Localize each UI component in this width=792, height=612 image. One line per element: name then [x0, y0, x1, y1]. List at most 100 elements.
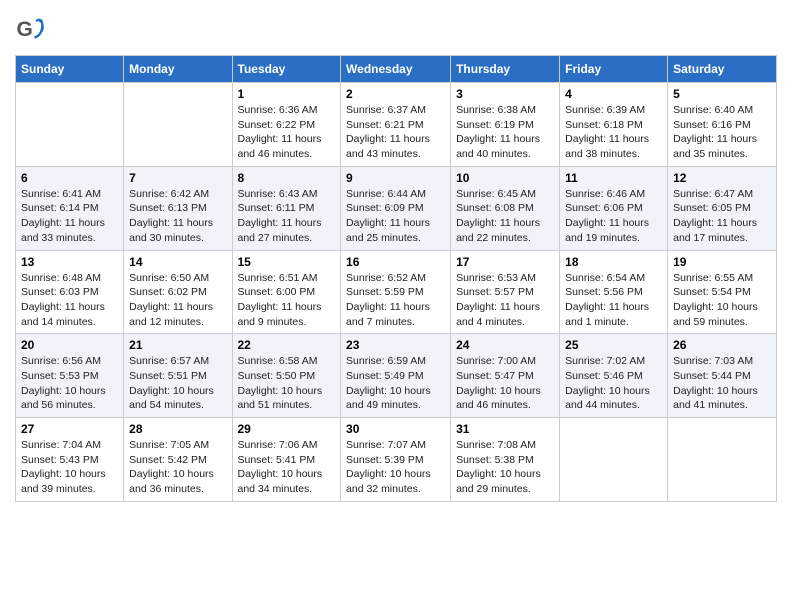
calendar-cell: 3 Sunrise: 6:38 AMSunset: 6:19 PMDaylight… — [451, 83, 560, 167]
cell-info: Sunrise: 6:54 AMSunset: 5:56 PMDaylight:… — [565, 272, 649, 328]
calendar-cell: 31Sunrise: 7:08 AMSunset: 5:38 PMDayligh… — [451, 418, 560, 502]
day-number: 12 — [673, 171, 771, 185]
weekday-header: Sunday — [16, 56, 124, 83]
cell-info: Sunrise: 6:51 AMSunset: 6:00 PMDaylight:… — [238, 272, 322, 328]
calendar-cell — [668, 418, 777, 502]
cell-info: Sunrise: 6:50 AMSunset: 6:02 PMDaylight:… — [129, 272, 213, 328]
weekday-header: Wednesday — [341, 56, 451, 83]
cell-info: Sunrise: 6:56 AMSunset: 5:53 PMDaylight:… — [21, 355, 106, 411]
calendar-cell: 24 Sunrise: 7:00 AMSunset: 5:47 PMDayligh… — [451, 334, 560, 418]
day-number: 30 — [346, 422, 445, 436]
cell-info: Sunrise: 6:53 AMSunset: 5:57 PMDaylight:… — [456, 272, 540, 328]
calendar-week-row: 13 Sunrise: 6:48 AMSunset: 6:03 PMDayligh… — [16, 250, 777, 334]
calendar-cell: 7 Sunrise: 6:42 AMSunset: 6:13 PMDaylight… — [124, 166, 232, 250]
calendar-week-row: 20 Sunrise: 6:56 AMSunset: 5:53 PMDayligh… — [16, 334, 777, 418]
logo: G — [15, 15, 47, 45]
cell-info: Sunrise: 6:39 AMSunset: 6:18 PMDaylight:… — [565, 104, 649, 160]
day-number: 25 — [565, 338, 662, 352]
calendar-cell: 14 Sunrise: 6:50 AMSunset: 6:02 PMDayligh… — [124, 250, 232, 334]
calendar-cell — [124, 83, 232, 167]
day-number: 13 — [21, 255, 118, 269]
cell-info: Sunrise: 7:05 AMSunset: 5:42 PMDaylight:… — [129, 439, 214, 495]
calendar-week-row: 1 Sunrise: 6:36 AMSunset: 6:22 PMDaylight… — [16, 83, 777, 167]
calendar-cell: 2 Sunrise: 6:37 AMSunset: 6:21 PMDaylight… — [341, 83, 451, 167]
cell-info: Sunrise: 6:41 AMSunset: 6:14 PMDaylight:… — [21, 188, 105, 244]
calendar-week-row: 27 Sunrise: 7:04 AMSunset: 5:43 PMDayligh… — [16, 418, 777, 502]
cell-info: Sunrise: 6:52 AMSunset: 5:59 PMDaylight:… — [346, 272, 430, 328]
day-number: 3 — [456, 87, 554, 101]
day-number: 1 — [238, 87, 336, 101]
day-number: 17 — [456, 255, 554, 269]
cell-info: Sunrise: 6:36 AMSunset: 6:22 PMDaylight:… — [238, 104, 322, 160]
calendar-cell: 10 Sunrise: 6:45 AMSunset: 6:08 PMDayligh… — [451, 166, 560, 250]
day-number: 26 — [673, 338, 771, 352]
calendar-cell — [560, 418, 668, 502]
calendar-cell: 25 Sunrise: 7:02 AMSunset: 5:46 PMDayligh… — [560, 334, 668, 418]
day-number: 29 — [238, 422, 336, 436]
day-number: 7 — [129, 171, 226, 185]
day-number: 9 — [346, 171, 445, 185]
day-number: 14 — [129, 255, 226, 269]
cell-info: Sunrise: 6:57 AMSunset: 5:51 PMDaylight:… — [129, 355, 214, 411]
day-number: 24 — [456, 338, 554, 352]
cell-info: Sunrise: 6:44 AMSunset: 6:09 PMDaylight:… — [346, 188, 430, 244]
day-number: 15 — [238, 255, 336, 269]
day-number: 22 — [238, 338, 336, 352]
weekday-header: Tuesday — [232, 56, 341, 83]
calendar-cell: 9 Sunrise: 6:44 AMSunset: 6:09 PMDaylight… — [341, 166, 451, 250]
cell-info: Sunrise: 6:47 AMSunset: 6:05 PMDaylight:… — [673, 188, 757, 244]
calendar-cell — [16, 83, 124, 167]
calendar-cell: 11 Sunrise: 6:46 AMSunset: 6:06 PMDayligh… — [560, 166, 668, 250]
day-number: 20 — [21, 338, 118, 352]
cell-info: Sunrise: 7:04 AMSunset: 5:43 PMDaylight:… — [21, 439, 106, 495]
calendar-cell: 30Sunrise: 7:07 AMSunset: 5:39 PMDayligh… — [341, 418, 451, 502]
cell-info: Sunrise: 6:48 AMSunset: 6:03 PMDaylight:… — [21, 272, 105, 328]
calendar-cell: 6Sunrise: 6:41 AMSunset: 6:14 PMDaylight… — [16, 166, 124, 250]
day-number: 8 — [238, 171, 336, 185]
calendar-cell: 20 Sunrise: 6:56 AMSunset: 5:53 PMDayligh… — [16, 334, 124, 418]
cell-info: Sunrise: 6:38 AMSunset: 6:19 PMDaylight:… — [456, 104, 540, 160]
cell-info: Sunrise: 7:03 AMSunset: 5:44 PMDaylight:… — [673, 355, 758, 411]
calendar-cell: 26 Sunrise: 7:03 AMSunset: 5:44 PMDayligh… — [668, 334, 777, 418]
cell-info: Sunrise: 6:45 AMSunset: 6:08 PMDaylight:… — [456, 188, 540, 244]
day-number: 10 — [456, 171, 554, 185]
calendar-cell: 17 Sunrise: 6:53 AMSunset: 5:57 PMDayligh… — [451, 250, 560, 334]
calendar-cell: 15 Sunrise: 6:51 AMSunset: 6:00 PMDayligh… — [232, 250, 341, 334]
weekday-header: Monday — [124, 56, 232, 83]
cell-info: Sunrise: 6:42 AMSunset: 6:13 PMDaylight:… — [129, 188, 213, 244]
cell-info: Sunrise: 6:46 AMSunset: 6:06 PMDaylight:… — [565, 188, 649, 244]
day-number: 28 — [129, 422, 226, 436]
cell-info: Sunrise: 6:58 AMSunset: 5:50 PMDaylight:… — [238, 355, 323, 411]
cell-info: Sunrise: 6:59 AMSunset: 5:49 PMDaylight:… — [346, 355, 431, 411]
calendar-cell: 29 Sunrise: 7:06 AMSunset: 5:41 PMDayligh… — [232, 418, 341, 502]
weekday-header: Friday — [560, 56, 668, 83]
day-number: 11 — [565, 171, 662, 185]
weekday-header: Saturday — [668, 56, 777, 83]
calendar-cell: 16 Sunrise: 6:52 AMSunset: 5:59 PMDayligh… — [341, 250, 451, 334]
day-number: 4 — [565, 87, 662, 101]
day-number: 2 — [346, 87, 445, 101]
calendar-cell: 23 Sunrise: 6:59 AMSunset: 5:49 PMDayligh… — [341, 334, 451, 418]
day-number: 27 — [21, 422, 118, 436]
calendar-cell: 13 Sunrise: 6:48 AMSunset: 6:03 PMDayligh… — [16, 250, 124, 334]
cell-info: Sunrise: 7:08 AMSunset: 5:38 PMDaylight:… — [456, 439, 541, 495]
cell-info: Sunrise: 6:55 AMSunset: 5:54 PMDaylight:… — [673, 272, 758, 328]
cell-info: Sunrise: 6:40 AMSunset: 6:16 PMDaylight:… — [673, 104, 757, 160]
cell-info: Sunrise: 6:37 AMSunset: 6:21 PMDaylight:… — [346, 104, 430, 160]
calendar-cell: 27 Sunrise: 7:04 AMSunset: 5:43 PMDayligh… — [16, 418, 124, 502]
calendar-cell: 22 Sunrise: 6:58 AMSunset: 5:50 PMDayligh… — [232, 334, 341, 418]
calendar-table: SundayMondayTuesdayWednesdayThursdayFrid… — [15, 55, 777, 502]
day-number: 18 — [565, 255, 662, 269]
cell-info: Sunrise: 7:00 AMSunset: 5:47 PMDaylight:… — [456, 355, 541, 411]
calendar-cell: 18 Sunrise: 6:54 AMSunset: 5:56 PMDayligh… — [560, 250, 668, 334]
cell-info: Sunrise: 7:06 AMSunset: 5:41 PMDaylight:… — [238, 439, 323, 495]
logo-icon: G — [15, 15, 45, 45]
calendar-cell: 5 Sunrise: 6:40 AMSunset: 6:16 PMDaylight… — [668, 83, 777, 167]
cell-info: Sunrise: 7:02 AMSunset: 5:46 PMDaylight:… — [565, 355, 650, 411]
day-number: 5 — [673, 87, 771, 101]
weekday-header: Thursday — [451, 56, 560, 83]
day-number: 23 — [346, 338, 445, 352]
calendar-week-row: 6Sunrise: 6:41 AMSunset: 6:14 PMDaylight… — [16, 166, 777, 250]
day-number: 16 — [346, 255, 445, 269]
svg-text:G: G — [17, 18, 33, 41]
